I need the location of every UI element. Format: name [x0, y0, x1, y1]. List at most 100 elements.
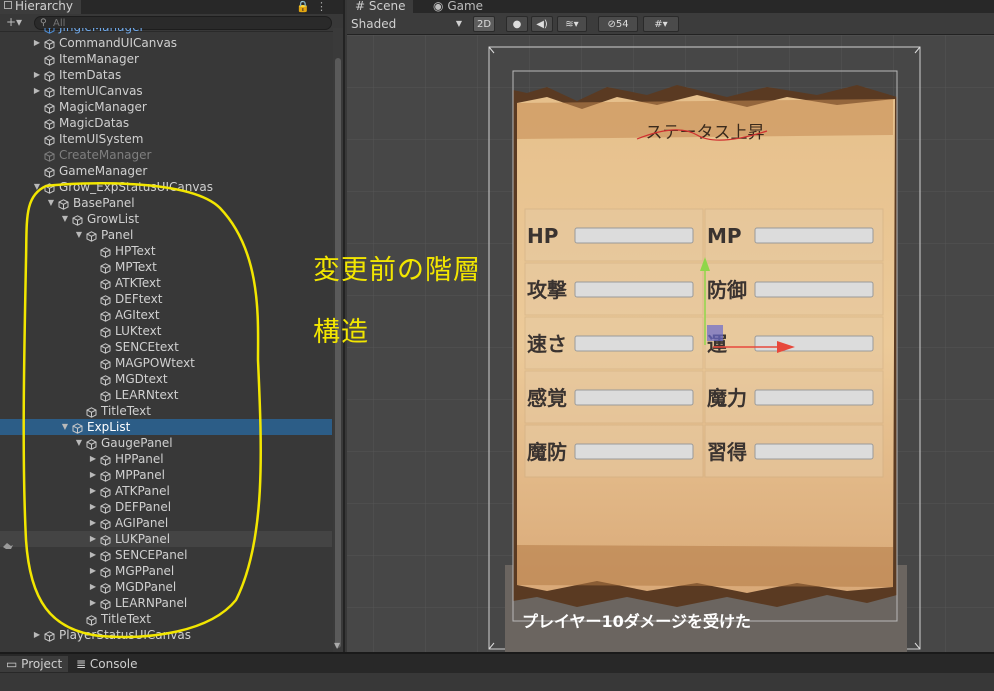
hierarchy-item[interactable]: ▶ MGPPanel — [0, 563, 332, 579]
gameobject-cube-icon — [100, 310, 111, 322]
hierarchy-item-label: AGItext — [115, 308, 160, 322]
hierarchy-item[interactable]: ▼ GrowList — [0, 211, 332, 227]
hierarchy-item[interactable]: MGDtext — [0, 371, 332, 387]
expand-right-icon[interactable]: ▶ — [88, 467, 98, 483]
expand-down-icon[interactable]: ▼ — [60, 211, 70, 227]
hierarchy-item[interactable]: ▼ GaugePanel — [0, 435, 332, 451]
hierarchy-item[interactable]: ▶ HPPanel — [0, 451, 332, 467]
hierarchy-item[interactable]: LEARNtext — [0, 387, 332, 403]
hierarchy-item[interactable]: HPText — [0, 243, 332, 259]
scroll-down-icon[interactable]: ▼ — [334, 641, 340, 650]
tab-menu-icons[interactable]: 🔒⋮ — [296, 0, 333, 13]
expand-right-icon[interactable]: ▶ — [88, 499, 98, 515]
expand-down-icon[interactable]: ▼ — [74, 435, 84, 451]
hierarchy-icon — [4, 1, 12, 9]
expand-right-icon[interactable]: ▶ — [88, 595, 98, 611]
hierarchy-item[interactable]: SENCEtext — [0, 339, 332, 355]
hierarchy-item[interactable]: MPText — [0, 259, 332, 275]
scene-viewport[interactable]: HP MP 攻撃 防御 速さ運感覚 魔力 魔防 習得 ステータス上昇 プレイヤー10ダメージを… — [347, 35, 994, 652]
expand-down-icon[interactable]: ▼ — [46, 195, 56, 211]
tab-scene[interactable]: # Scene — [347, 0, 414, 13]
grid-snap-dropdown-icon[interactable]: #▾ — [643, 16, 679, 32]
gameobject-cube-icon — [100, 390, 111, 402]
hierarchy-item[interactable]: ▶ LEARNPanel — [0, 595, 332, 611]
hierarchy-item-label: LEARNPanel — [115, 596, 188, 610]
hierarchy-tab-bar: Hierarchy 🔒⋮ — [0, 0, 343, 14]
hierarchy-item[interactable]: LUKtext — [0, 323, 332, 339]
hierarchy-item[interactable]: ATKText — [0, 275, 332, 291]
hierarchy-item[interactable]: ▶ ItemUICanvas — [0, 83, 332, 99]
hierarchy-item[interactable]: MAGPOWtext — [0, 355, 332, 371]
hierarchy-item-label: DEFtext — [115, 292, 163, 306]
expand-right-icon[interactable]: ▶ — [32, 83, 42, 99]
tab-project[interactable]: ▭ Project — [0, 656, 69, 672]
hierarchy-item[interactable]: ItemManager — [0, 51, 332, 67]
scene-tab-bar: # Scene ◉ Game — [347, 0, 994, 13]
expand-right-icon[interactable]: ▶ — [32, 35, 42, 51]
add-object-icon[interactable]: +▾ — [6, 15, 22, 29]
hierarchy-item-label: PlayerStatusUICanvas — [59, 628, 191, 642]
expand-right-icon[interactable]: ▶ — [32, 627, 42, 643]
shading-mode-label: Shaded — [351, 17, 397, 31]
hierarchy-item-label: GaugePanel — [101, 436, 173, 450]
gameobject-cube-icon — [44, 102, 55, 114]
hierarchy-item[interactable]: ▶ ItemDatas — [0, 67, 332, 83]
hidden-objects-toggle[interactable]: ⊘54 — [598, 16, 638, 32]
hierarchy-item[interactable]: ItemUISystem — [0, 131, 332, 147]
hierarchy-item[interactable]: TitleText — [0, 403, 332, 419]
lighting-toggle-icon[interactable]: ● — [506, 16, 528, 32]
expand-right-icon[interactable]: ▶ — [88, 531, 98, 547]
tab-game-label: Game — [447, 0, 484, 13]
expand-down-icon[interactable]: ▼ — [32, 179, 42, 195]
stat-gauge-bar — [574, 389, 694, 406]
toggle-2d-button[interactable]: 2D — [473, 16, 495, 32]
hierarchy-tab[interactable]: Hierarchy — [0, 0, 82, 14]
gameobject-cube-icon — [100, 486, 111, 498]
audio-toggle-icon[interactable]: ◀) — [531, 16, 553, 32]
hierarchy-item[interactable]: DEFtext — [0, 291, 332, 307]
hierarchy-item[interactable]: ▶ SENCEPanel — [0, 547, 332, 563]
effects-dropdown-icon[interactable]: ≋▾ — [557, 16, 587, 32]
expand-right-icon[interactable]: ▶ — [88, 515, 98, 531]
hierarchy-item[interactable]: ▶ CommandUICanvas — [0, 35, 332, 51]
expand-right-icon[interactable]: ▶ — [88, 483, 98, 499]
hierarchy-item[interactable]: ▼ Grow_ExpStatusUICanvas — [0, 179, 332, 195]
hierarchy-item[interactable]: ▶ PlayerStatusUICanvas — [0, 627, 332, 643]
expand-down-icon[interactable]: ▼ — [74, 227, 84, 243]
gameobject-cube-icon — [100, 502, 111, 514]
hierarchy-item-label: SENCEPanel — [115, 548, 188, 562]
hierarchy-item[interactable]: ▶ AGIPanel — [0, 515, 332, 531]
hierarchy-item[interactable]: ▶ DEFPanel — [0, 499, 332, 515]
hierarchy-item[interactable]: ▶ ATKPanel — [0, 483, 332, 499]
hierarchy-item[interactable]: JingleManager — [0, 28, 332, 35]
hierarchy-item[interactable]: GameManager — [0, 163, 332, 179]
tab-game[interactable]: ◉ Game — [425, 0, 491, 13]
hierarchy-item[interactable]: CreateManager — [0, 147, 332, 163]
hierarchy-item[interactable]: AGItext — [0, 307, 332, 323]
hierarchy-item[interactable]: ▼ ExpList — [0, 419, 332, 435]
expand-right-icon[interactable]: ▶ — [88, 451, 98, 467]
expand-right-icon[interactable]: ▶ — [88, 547, 98, 563]
hierarchy-item[interactable]: ▶ MPPanel — [0, 467, 332, 483]
shading-mode-dropdown[interactable]: Shaded ▼ — [349, 16, 466, 32]
xy-plane-handle-icon[interactable] — [707, 325, 723, 341]
gameobject-cube-icon — [44, 630, 55, 642]
scrollbar-thumb[interactable] — [335, 58, 341, 648]
hierarchy-item[interactable]: MagicManager — [0, 99, 332, 115]
tab-console[interactable]: ≣ Console — [70, 656, 144, 672]
hierarchy-item[interactable]: MagicDatas — [0, 115, 332, 131]
hierarchy-item[interactable]: ▶ MGDPanel — [0, 579, 332, 595]
expand-right-icon[interactable]: ▶ — [88, 563, 98, 579]
scene-canvas[interactable]: HP MP攻撃 防御速さ 運感覚 魔力魔防 習得 ステータス上昇 プレイヤー10ダメージを… — [347, 35, 994, 652]
gameobject-cube-icon — [86, 438, 97, 450]
gameobject-cube-icon — [100, 582, 111, 594]
hierarchy-item[interactable]: ▶ LUKPanel — [0, 531, 332, 547]
expand-right-icon[interactable]: ▶ — [32, 67, 42, 83]
expand-right-icon[interactable]: ▶ — [88, 579, 98, 595]
hierarchy-item[interactable]: TitleText — [0, 611, 332, 627]
expand-down-icon[interactable]: ▼ — [60, 419, 70, 435]
hierarchy-item[interactable]: ▼ Panel — [0, 227, 332, 243]
visibility-icon[interactable] — [2, 541, 14, 551]
hierarchy-item[interactable]: ▼ BasePanel — [0, 195, 332, 211]
hierarchy-item-label: MPText — [115, 260, 157, 274]
